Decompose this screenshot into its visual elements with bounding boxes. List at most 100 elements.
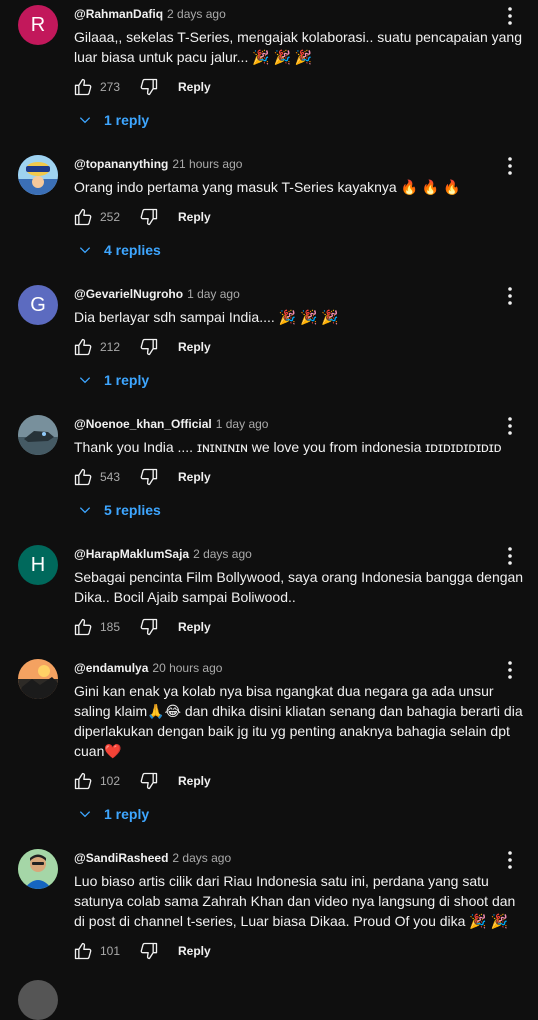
more-actions-icon[interactable] [498,544,522,568]
like-icon[interactable] [68,612,98,642]
avatar-image [18,415,58,455]
dislike-icon[interactable] [134,766,164,796]
replies-label: 5 replies [104,502,161,518]
chevron-down-icon [79,377,91,384]
like-icon[interactable] [68,332,98,362]
avatar-letter: G [30,293,46,316]
comment-time[interactable]: 2 days ago [172,851,231,865]
like-count: 185 [100,620,121,634]
comment-header: @Noenoe_khan_Official 1 day ago [74,416,268,432]
more-actions-icon[interactable] [498,4,522,28]
more-actions-icon[interactable] [498,414,522,438]
comment-actions: 101 Reply [68,936,211,966]
like-icon[interactable] [68,72,98,102]
more-actions-icon[interactable] [498,848,522,872]
avatar[interactable]: H [18,545,58,585]
comment-text: Gini kan enak ya kolab nya bisa ngangkat… [74,683,523,759]
like-icon[interactable] [68,936,98,966]
reply-button[interactable]: Reply [178,944,211,958]
comment-header: @endamulya 20 hours ago [74,660,222,676]
view-replies-button[interactable]: 4 replies [78,239,161,261]
comment-header: @GevarielNugroho 1 day ago [74,286,240,302]
avatar[interactable] [18,659,58,699]
chevron-down-icon [79,507,91,514]
comment-header: @HarapMaklumSaja 2 days ago [74,546,252,562]
reply-button[interactable]: Reply [178,340,211,354]
dislike-icon[interactable] [134,612,164,642]
comment-time[interactable]: 2 days ago [193,547,252,561]
comment-text: Gilaaa,, sekelas T-Series, mengajak kola… [74,29,523,65]
avatar-image [18,155,58,195]
avatar[interactable] [18,415,58,455]
view-replies-button[interactable]: 1 reply [78,109,149,131]
comment-time[interactable]: 2 days ago [167,7,226,21]
avatar[interactable] [18,155,58,195]
comment-header: @RahmanDafiq 2 days ago [74,6,226,22]
comment-actions: 543 Reply [68,462,211,492]
comment-time[interactable]: 21 hours ago [172,157,242,171]
comment-actions: 252 Reply [68,202,211,232]
replies-label: 1 reply [104,806,150,822]
more-actions-icon[interactable] [498,658,522,682]
like-icon[interactable] [68,202,98,232]
reply-button[interactable]: Reply [178,470,211,484]
like-count: 273 [100,80,121,94]
comment-actions: 102 Reply [68,766,211,796]
view-replies-button[interactable]: 5 replies [78,499,161,521]
chevron-down-icon [79,117,91,124]
comment-header: @SandiRasheed 2 days ago [74,850,231,866]
comment-author[interactable]: @SandiRasheed [74,851,168,865]
avatar-image [18,849,58,889]
comment-time[interactable]: 1 day ago [216,417,269,431]
more-actions-icon[interactable] [498,154,522,178]
dislike-icon[interactable] [134,462,164,492]
comment-time[interactable]: 20 hours ago [152,661,222,675]
avatar[interactable]: R [18,5,58,45]
like-count: 102 [100,774,121,788]
comment-author[interactable]: @Noenoe_khan_Official [74,417,212,431]
comment-header: @topananything 21 hours ago [74,156,242,172]
comment-text: Dia berlayar sdh sampai India.... 🎉 🎉 🎉 [74,309,339,325]
replies-label: 1 reply [104,112,150,128]
like-icon[interactable] [68,766,98,796]
dislike-icon[interactable] [134,332,164,362]
comment-author[interactable]: @endamulya [74,661,148,675]
reply-button[interactable]: Reply [178,80,211,94]
comment-author[interactable]: @RahmanDafiq [74,7,163,21]
comment-author[interactable]: @HarapMaklumSaja [74,547,189,561]
comment-actions: 273 Reply [68,72,211,102]
comment-actions: 212 Reply [68,332,211,362]
avatar[interactable] [18,980,58,1020]
avatar[interactable] [18,849,58,889]
comment-text: Thank you India .... ɪɴɪɴɪɴɪɴ we love yo… [74,439,502,455]
chevron-down-icon [79,811,91,818]
dislike-icon[interactable] [134,936,164,966]
comment-text: Luo biaso artis cilik dari Riau Indonesi… [74,873,516,929]
comment-actions: 185 Reply [68,612,211,642]
like-count: 101 [100,944,121,958]
comment-author[interactable]: @topananything [74,157,168,171]
comment-text: Sebagai pencinta Film Bollywood, saya or… [74,569,524,605]
replies-label: 1 reply [104,372,150,388]
avatar-image [18,659,58,699]
dislike-icon[interactable] [134,72,164,102]
like-count: 252 [100,210,121,224]
replies-label: 4 replies [104,242,161,258]
view-replies-button[interactable]: 1 reply [78,803,149,825]
reply-button[interactable]: Reply [178,774,211,788]
comment-author[interactable]: @GevarielNugroho [74,287,183,301]
dislike-icon[interactable] [134,202,164,232]
like-icon[interactable] [68,462,98,492]
more-actions-icon[interactable] [498,284,522,308]
comment-time[interactable]: 1 day ago [187,287,240,301]
comment-text: Orang indo pertama yang masuk T-Series k… [74,179,461,195]
avatar[interactable]: G [18,285,58,325]
avatar-letter: H [30,553,46,576]
avatar-letter: R [30,13,46,36]
reply-button[interactable]: Reply [178,210,211,224]
reply-button[interactable]: Reply [178,620,211,634]
view-replies-button[interactable]: 1 reply [78,369,149,391]
chevron-down-icon [79,247,91,254]
like-count: 212 [100,340,121,354]
like-count: 543 [100,470,121,484]
